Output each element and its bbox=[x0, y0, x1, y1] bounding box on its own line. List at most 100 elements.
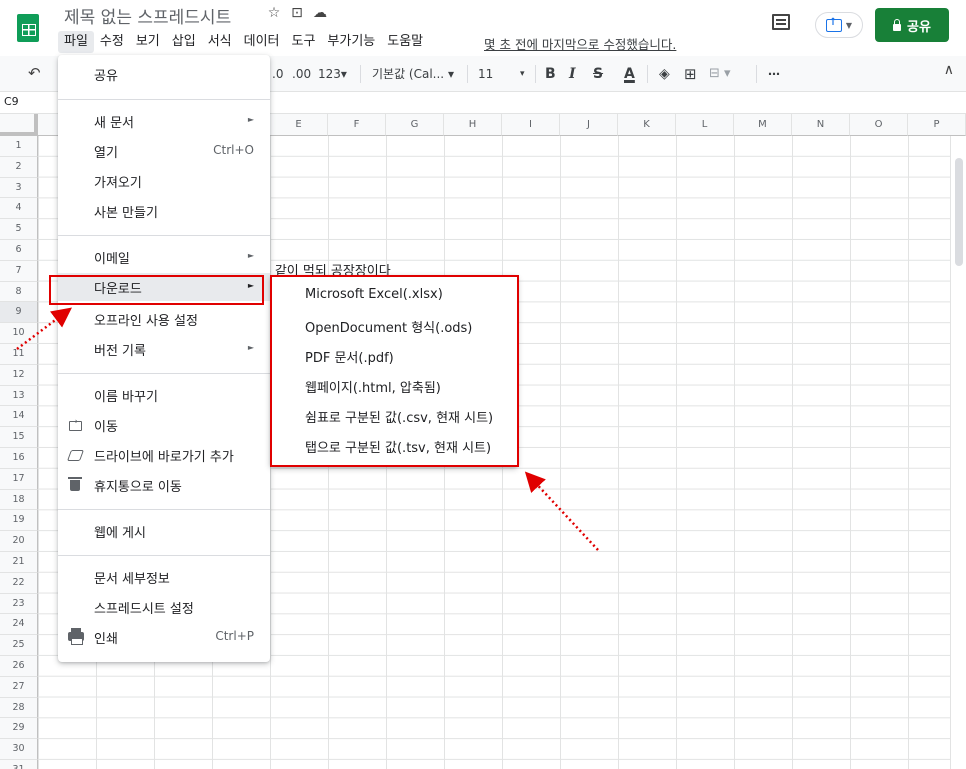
star-icon[interactable]: ☆ bbox=[267, 5, 281, 21]
column-header[interactable]: L bbox=[676, 114, 734, 136]
comment-history-icon[interactable] bbox=[772, 14, 790, 30]
menu-tools[interactable]: 도구 bbox=[286, 31, 322, 53]
increase-decimal-button[interactable]: .00 bbox=[292, 56, 311, 92]
column-header[interactable]: K bbox=[618, 114, 676, 136]
row-header[interactable]: 21 bbox=[0, 552, 38, 573]
row-header[interactable]: 16 bbox=[0, 448, 38, 469]
download-ods[interactable]: OpenDocument 형식(.ods) bbox=[270, 311, 518, 341]
column-header[interactable]: I bbox=[502, 114, 560, 136]
row-header[interactable]: 3 bbox=[0, 177, 38, 199]
column-header[interactable]: O bbox=[850, 114, 908, 136]
file-menu-make-copy[interactable]: 사본 만들기 bbox=[58, 197, 270, 225]
column-header[interactable]: H bbox=[444, 114, 502, 136]
menu-help[interactable]: 도움말 bbox=[381, 31, 429, 53]
row-header[interactable]: 7 bbox=[0, 260, 38, 282]
file-menu-add-shortcut[interactable]: 드라이브에 바로가기 추가 bbox=[58, 441, 270, 469]
file-menu-offline[interactable]: 오프라인 사용 설정 bbox=[58, 305, 270, 333]
menu-addons[interactable]: 부가기능 bbox=[321, 31, 381, 53]
move-to-folder-icon[interactable]: ⊡ bbox=[290, 5, 304, 21]
name-box[interactable]: C9 bbox=[4, 95, 19, 108]
row-header[interactable]: 29 bbox=[0, 718, 38, 740]
row-header[interactable]: 5 bbox=[0, 219, 38, 240]
row-header[interactable]: 20 bbox=[0, 531, 38, 552]
column-header[interactable]: E bbox=[270, 114, 328, 136]
row-header[interactable]: 10 bbox=[0, 323, 38, 344]
file-menu-version-history[interactable]: 버전 기록 ► bbox=[58, 335, 270, 363]
merge-cells-icon[interactable]: ⊟ ▾ bbox=[709, 56, 731, 92]
file-menu-download[interactable]: 다운로드 ► bbox=[58, 273, 270, 301]
file-menu-details[interactable]: 문서 세부정보 bbox=[58, 563, 270, 591]
file-menu-publish[interactable]: 웹에 게시 bbox=[58, 517, 270, 545]
file-menu-print[interactable]: 인쇄 Ctrl+P bbox=[58, 623, 270, 651]
column-header[interactable]: F bbox=[328, 114, 386, 136]
select-all-corner[interactable] bbox=[0, 114, 38, 136]
row-header[interactable]: 12 bbox=[0, 364, 38, 386]
column-header[interactable]: J bbox=[560, 114, 618, 136]
row-header[interactable]: 30 bbox=[0, 739, 38, 760]
scrollbar-thumb[interactable] bbox=[955, 158, 963, 266]
borders-icon[interactable]: ⊞ bbox=[684, 56, 697, 92]
menu-format[interactable]: 서식 bbox=[202, 31, 238, 53]
column-header[interactable]: P bbox=[908, 114, 966, 136]
row-header[interactable]: 6 bbox=[0, 240, 38, 261]
file-menu-move[interactable]: 이동 bbox=[58, 411, 270, 439]
undo-icon[interactable]: ↶ bbox=[28, 64, 41, 82]
more-options-button[interactable]: ⋯ bbox=[768, 56, 780, 92]
row-header[interactable]: 13 bbox=[0, 385, 38, 407]
column-header[interactable]: M bbox=[734, 114, 792, 136]
row-header[interactable]: 9 bbox=[0, 302, 38, 324]
row-header[interactable]: 14 bbox=[0, 406, 38, 428]
file-menu-share[interactable]: 공유 bbox=[58, 60, 270, 88]
row-header[interactable]: 18 bbox=[0, 489, 38, 511]
cloud-status-icon[interactable]: ☁ bbox=[313, 5, 327, 21]
file-menu-open[interactable]: 열기 Ctrl+O bbox=[58, 137, 270, 165]
italic-button[interactable]: I bbox=[569, 56, 576, 92]
vertical-scrollbar[interactable] bbox=[950, 136, 966, 769]
decrease-decimal-button[interactable]: .0 bbox=[272, 56, 283, 92]
menu-insert[interactable]: 삽입 bbox=[166, 31, 202, 53]
file-menu-email[interactable]: 이메일 ► bbox=[58, 243, 270, 271]
row-header[interactable]: 17 bbox=[0, 468, 38, 490]
font-size-input[interactable]: 11 bbox=[478, 56, 493, 92]
font-size-caret-icon[interactable]: ▾ bbox=[520, 56, 525, 92]
bold-button[interactable]: B bbox=[545, 56, 556, 92]
row-header[interactable]: 11 bbox=[0, 344, 38, 365]
row-header[interactable]: 1 bbox=[0, 136, 38, 157]
row-header[interactable]: 24 bbox=[0, 614, 38, 636]
row-header[interactable]: 19 bbox=[0, 510, 38, 532]
present-button[interactable]: ▼ bbox=[815, 12, 863, 38]
file-menu-settings[interactable]: 스프레드시트 설정 bbox=[58, 593, 270, 621]
row-header[interactable]: 22 bbox=[0, 572, 38, 594]
fill-color-icon[interactable]: ◈ bbox=[659, 56, 670, 92]
file-menu-import[interactable]: 가져오기 bbox=[58, 167, 270, 195]
row-header[interactable]: 15 bbox=[0, 427, 38, 448]
column-header[interactable]: N bbox=[792, 114, 850, 136]
file-menu-rename[interactable]: 이름 바꾸기 bbox=[58, 381, 270, 409]
font-family-select[interactable]: 기본값 (Cal... ▾ bbox=[372, 56, 454, 92]
collapse-toolbar-icon[interactable]: ∧ bbox=[944, 62, 954, 78]
text-color-button[interactable]: A bbox=[624, 56, 635, 92]
sheets-logo-icon[interactable] bbox=[17, 14, 39, 42]
row-header[interactable]: 28 bbox=[0, 697, 38, 719]
strikethrough-button[interactable]: S bbox=[593, 56, 603, 92]
menu-view[interactable]: 보기 bbox=[130, 31, 166, 53]
last-edit-link[interactable]: 몇 초 전에 마지막으로 수정했습니다. bbox=[484, 34, 676, 53]
download-tsv[interactable]: 탭으로 구분된 값(.tsv, 현재 시트) bbox=[270, 431, 518, 461]
download-xlsx[interactable]: Microsoft Excel(.xlsx) bbox=[270, 281, 518, 311]
file-menu-new[interactable]: 새 문서 ► bbox=[58, 107, 270, 135]
row-header[interactable]: 23 bbox=[0, 593, 38, 615]
document-title[interactable]: 제목 없는 스프레드시트 bbox=[64, 3, 231, 28]
column-header[interactable]: G bbox=[386, 114, 444, 136]
row-header[interactable]: 31 bbox=[0, 760, 38, 769]
row-header[interactable]: 2 bbox=[0, 156, 38, 178]
download-html[interactable]: 웹페이지(.html, 압축됨) bbox=[270, 371, 518, 401]
file-menu-trash[interactable]: 휴지통으로 이동 bbox=[58, 471, 270, 499]
download-csv[interactable]: 쉼표로 구분된 값(.csv, 현재 시트) bbox=[270, 401, 518, 431]
menu-edit[interactable]: 수정 bbox=[94, 31, 130, 53]
download-pdf[interactable]: PDF 문서(.pdf) bbox=[270, 341, 518, 371]
row-header[interactable]: 27 bbox=[0, 676, 38, 698]
menu-data[interactable]: 데이터 bbox=[238, 31, 286, 53]
row-header[interactable]: 26 bbox=[0, 656, 38, 677]
number-format-button[interactable]: 123▾ bbox=[318, 56, 347, 92]
row-header[interactable]: 4 bbox=[0, 198, 38, 220]
